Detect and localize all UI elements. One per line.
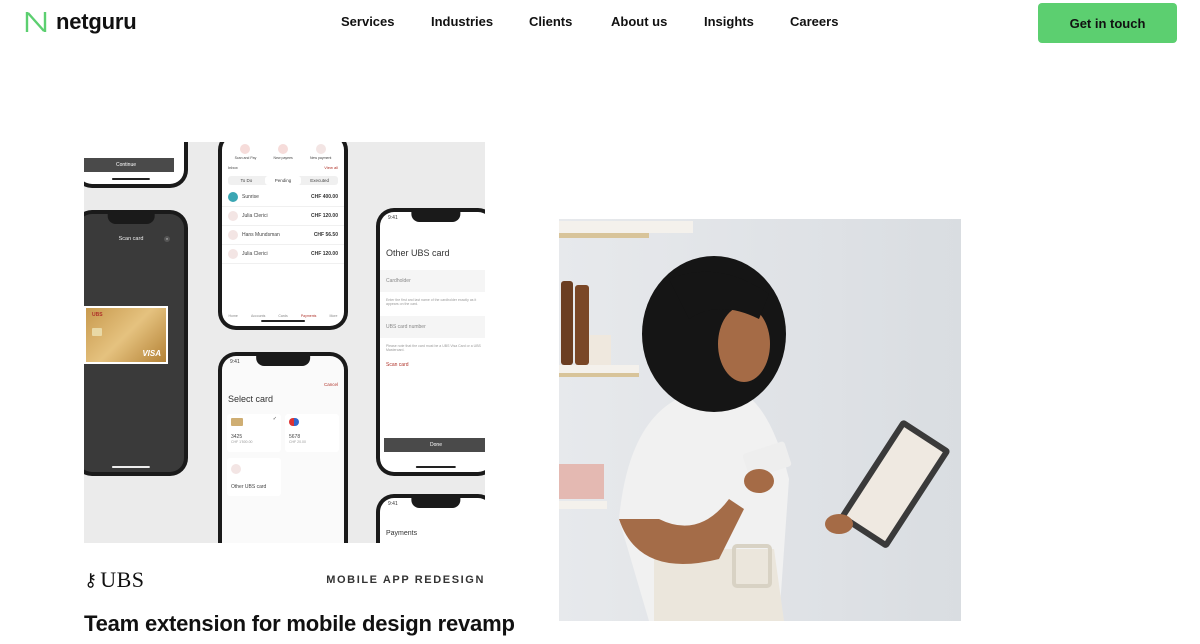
- face: [718, 306, 770, 382]
- top-navigation: netguru Services Industries Clients Abou…: [0, 0, 1200, 46]
- shelf-bracket: [559, 233, 649, 238]
- other-card-tile: Other UBS card: [227, 458, 281, 496]
- close-icon: ×: [164, 236, 170, 242]
- ubs-keys-icon: ⚷: [84, 570, 98, 590]
- case-study-title[interactable]: Team extension for mobile design revamp: [84, 611, 515, 637]
- shelf: [559, 365, 639, 373]
- logo-wordmark: netguru: [56, 9, 137, 34]
- continue-button-mockup: Continue: [84, 158, 174, 172]
- checkmark-icon: ✓: [272, 416, 277, 422]
- transaction-row: Julia Clerici CHF 120.00: [222, 245, 344, 264]
- case-study-image[interactable]: Continue Scan card × UBS VISA Scan and P…: [84, 142, 485, 543]
- transaction-row: Hans Mundsman CHF 56.50: [222, 226, 344, 245]
- phone-mockup-other-card: 9:41 Other UBS card Cardholder Enter the…: [376, 208, 485, 476]
- tablet: [839, 420, 950, 548]
- phone-mockup-scan-card: Scan card × UBS VISA: [84, 210, 188, 476]
- phone-mockup-continue: Continue: [84, 142, 188, 188]
- ubs-logo: ⚷ UBS: [84, 567, 145, 592]
- nav-careers[interactable]: Careers: [790, 14, 838, 29]
- get-in-touch-button[interactable]: Get in touch: [1038, 3, 1177, 43]
- card-tile-3425: ✓ 3425 CHF 1'500.00: [227, 414, 281, 452]
- shelf: [559, 221, 693, 233]
- card-tile-5678: 5678 CHF 20.00: [285, 414, 339, 452]
- shelf-bracket: [559, 373, 639, 377]
- phone-mockup-payments: 9:41 Payments: [376, 494, 485, 543]
- transaction-row: Sunrise CHF 400.00: [222, 188, 344, 207]
- tab-bar: Home Accounts Cards Payments More: [228, 314, 338, 318]
- nav-services[interactable]: Services: [341, 14, 395, 29]
- box: [589, 335, 611, 365]
- segmented-control: To Do Pending Executed: [228, 176, 338, 185]
- nav-insights[interactable]: Insights: [704, 14, 754, 29]
- nav-industries[interactable]: Industries: [431, 14, 493, 29]
- gold-card-image: UBS VISA: [84, 306, 168, 364]
- bottle: [575, 285, 589, 365]
- card-chip-icon: [92, 328, 102, 336]
- folded-towels: [559, 464, 604, 499]
- case-study-tag: MOBILE APP REDESIGN: [326, 574, 485, 586]
- hand: [744, 469, 774, 493]
- nav-clients[interactable]: Clients: [529, 14, 572, 29]
- nav-about-us[interactable]: About us: [611, 14, 667, 29]
- quick-actions: Scan and Pay New payees New payment: [222, 142, 344, 162]
- hand: [825, 514, 853, 534]
- photo-illustration: [559, 221, 950, 621]
- phone-mockup-select-card: 9:41 Cancel Select card ✓ 3425 CHF 1'500…: [218, 352, 348, 543]
- phone-mockup-transactions: Scan and Pay New payees New payment Inbo…: [218, 142, 348, 330]
- transaction-row: Julia Clerici CHF 120.00: [222, 207, 344, 226]
- shelf: [559, 501, 607, 509]
- bottle: [561, 281, 573, 365]
- netguru-n-icon: [25, 12, 47, 32]
- woman-with-card-photo: [559, 219, 961, 621]
- netguru-logo[interactable]: netguru: [25, 9, 137, 34]
